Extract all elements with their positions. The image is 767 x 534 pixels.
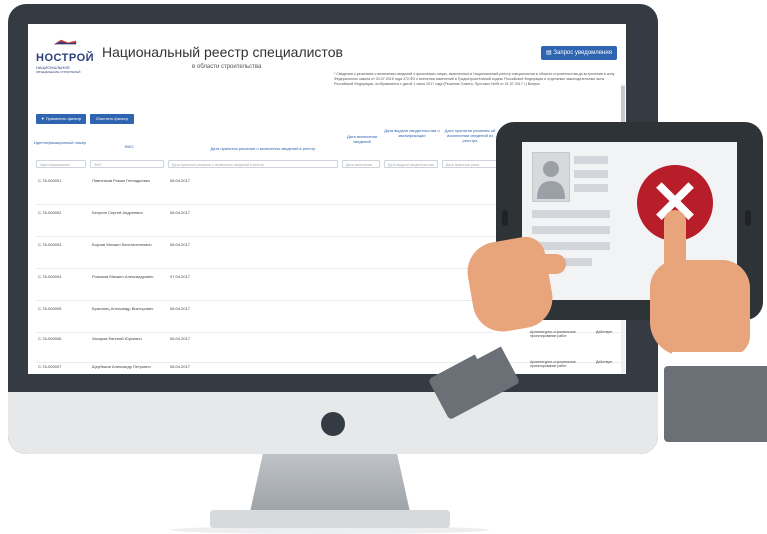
header-decision-date[interactable]: Дата принятия решения о включении сведен… bbox=[178, 146, 348, 151]
row-date: 06.04.2017 bbox=[170, 242, 191, 247]
left-thumb bbox=[520, 254, 566, 274]
tablet-side-button bbox=[745, 210, 751, 226]
row-date: 06.04.2017 bbox=[170, 364, 191, 369]
row-fio: Белугин Сергей Андреевич bbox=[92, 210, 143, 215]
row-fio: Романов Михаил Александрович bbox=[92, 274, 154, 279]
monitor-stand-base bbox=[210, 510, 450, 528]
tablet-side-button bbox=[502, 210, 508, 226]
profile-line bbox=[574, 156, 608, 164]
camera-dot bbox=[321, 412, 345, 436]
table-row[interactable]: С-76-000007 Щербаков Александр Петрович … bbox=[36, 360, 626, 374]
right-sleeve bbox=[664, 366, 767, 442]
row-id: С-76-000006 bbox=[38, 336, 62, 341]
row-date: 06.04.2017 bbox=[170, 306, 191, 311]
header-cert-date[interactable]: Дата выдачи свидетельства о квалификации bbox=[384, 128, 440, 138]
decision-date-filter-input[interactable]: Дата принятия решения о включении сведен… bbox=[168, 160, 338, 168]
logo-subtext-2: ОБЪЕДИНЕНИЕ СТРОИТЕЛЕЙ bbox=[36, 70, 81, 74]
excluded-date-filter-input[interactable]: Дата принятия реше bbox=[442, 160, 498, 168]
row-side-text: Архитектурно-строительное проектирование… bbox=[530, 330, 576, 338]
id-filter-input[interactable]: Идентификационн bbox=[36, 160, 86, 168]
row-status: Действует bbox=[596, 360, 613, 364]
row-side-text: Архитектурно-строительное проектирование… bbox=[530, 360, 576, 368]
header-excluded-date[interactable]: Дата принятия решения об исключении свед… bbox=[442, 128, 498, 143]
clear-filter-button[interactable]: Очистить фильтр bbox=[90, 114, 134, 124]
page-title: Национальный реестр специалистов bbox=[102, 44, 343, 60]
row-fio: Борзов Михаил Константинович bbox=[92, 242, 152, 247]
header-id[interactable]: Идентификационный номер bbox=[32, 140, 88, 145]
row-date: 06.04.2017 bbox=[170, 336, 191, 341]
row-date: 06.04.2017 bbox=[170, 178, 191, 183]
row-date: 06.04.2017 bbox=[170, 210, 191, 215]
fio-filter-input[interactable]: ФИО bbox=[90, 160, 164, 168]
request-button-label: Запрос уведомления bbox=[553, 50, 612, 56]
monitor-stand bbox=[250, 454, 410, 512]
table-row[interactable]: С-76-000006 Захаров Евгений Юрьевич 06.0… bbox=[36, 330, 626, 363]
profile-line bbox=[532, 226, 610, 234]
row-id: С-76-000007 bbox=[38, 364, 62, 369]
profile-line bbox=[532, 210, 610, 218]
logo-text: НОСТРОЙ bbox=[36, 52, 95, 64]
info-note: * Сведения о решениях о включении сведен… bbox=[334, 72, 615, 86]
row-fio: Брагинец Александр Викторович bbox=[92, 306, 154, 311]
row-fio: Щербаков Александр Петрович bbox=[92, 364, 151, 369]
row-fio: Захаров Евгений Юрьевич bbox=[92, 336, 142, 341]
cert-date-filter-input[interactable]: Дата выдачи свидетельства bbox=[384, 160, 438, 168]
right-hand bbox=[650, 260, 750, 356]
row-fio: Павленков Роман Геннадьевич bbox=[92, 178, 151, 183]
row-id: С-76-000003 bbox=[38, 242, 62, 247]
row-id: С-76-000002 bbox=[38, 210, 62, 215]
row-id: С-76-000001 bbox=[38, 178, 62, 183]
page-subtitle: в области строительства bbox=[192, 64, 262, 70]
request-notification-button[interactable]: ▤ Запрос уведомления bbox=[541, 46, 617, 60]
header-included-date[interactable]: Дата включения сведений bbox=[344, 134, 380, 144]
row-id: С-76-000004 bbox=[38, 274, 62, 279]
profile-line bbox=[574, 170, 608, 178]
apply-filter-button[interactable]: ▼ Применить фильтр bbox=[36, 114, 86, 124]
profile-line bbox=[574, 184, 608, 192]
row-id: С-76-000005 bbox=[38, 306, 62, 311]
row-status: Действует bbox=[596, 330, 613, 334]
header-fio[interactable]: ФИО bbox=[94, 144, 164, 149]
apply-filter-label: Применить фильтр bbox=[45, 116, 82, 121]
user-icon bbox=[532, 152, 570, 202]
row-date: 07.04.2017 bbox=[170, 274, 191, 279]
included-date-filter-input[interactable]: Дата включения bbox=[342, 160, 380, 168]
